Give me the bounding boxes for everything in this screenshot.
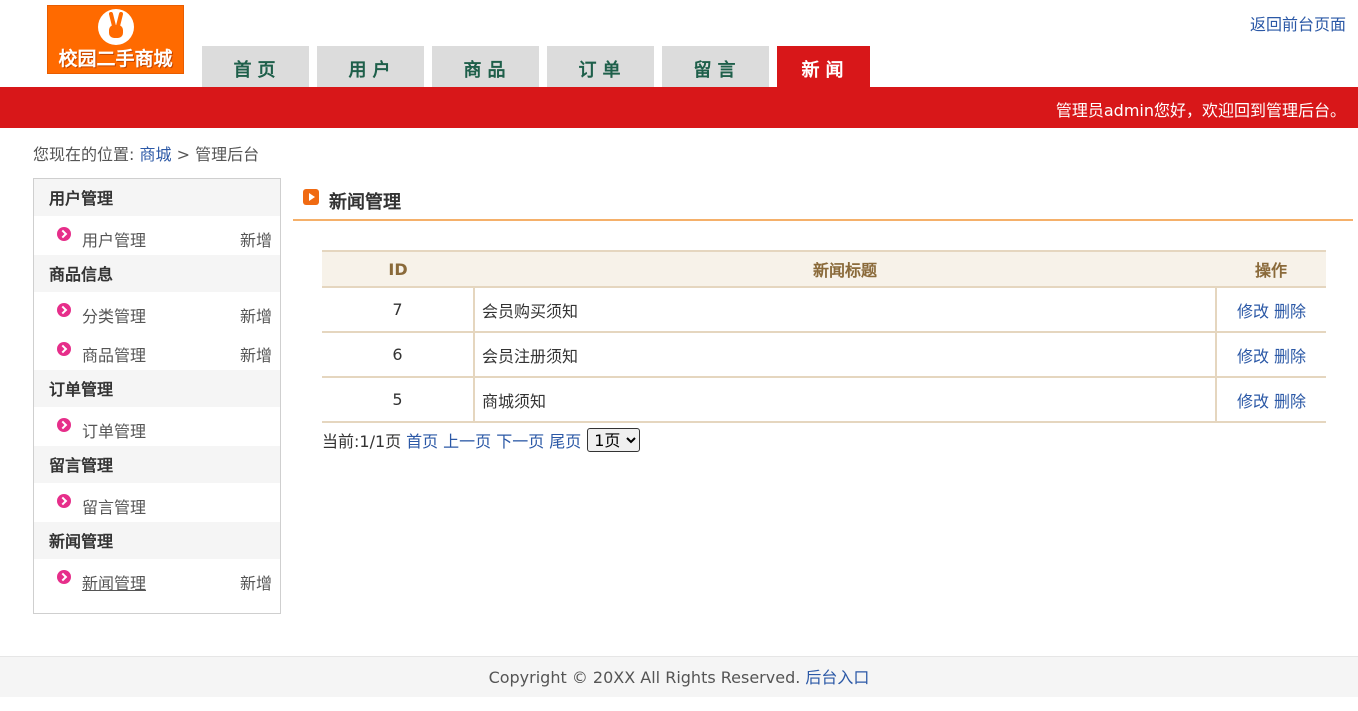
- bullet-arrow-icon: [57, 418, 71, 432]
- sidebar-group-messages: 留言管理: [34, 446, 280, 483]
- breadcrumb-separator: >: [176, 145, 191, 164]
- logo-text: 校园二手商城: [58, 48, 173, 70]
- victory-hand-icon: [98, 9, 134, 45]
- section-title: 新闻管理: [329, 192, 401, 213]
- table-row: 6 会员注册须知 修改 删除: [322, 332, 1326, 378]
- column-header-title: 新闻标题: [474, 250, 1216, 288]
- pager-first-link[interactable]: 首页: [406, 428, 438, 452]
- page-select[interactable]: 1页: [587, 428, 641, 452]
- sidebar: 用户管理 用户管理 新增 商品信息 分类管理 新增 商品管理 新增 订单管理 订…: [33, 178, 281, 614]
- footer-copyright: Copyright © 20XX All Rights Reserved.: [488, 668, 801, 687]
- sidebar-item-label[interactable]: 新闻管理: [82, 570, 146, 594]
- cell-id: 6: [322, 332, 475, 378]
- bullet-arrow-icon: [57, 494, 71, 508]
- bullet-arrow-icon: [57, 303, 71, 317]
- pagination: 当前:1/1页 首页 上一页 下一页 尾页 1页: [322, 428, 641, 452]
- sidebar-group-users: 用户管理: [34, 179, 280, 216]
- sidebar-add-link[interactable]: 新增: [240, 570, 272, 594]
- header-bar: 管理员admin您好，欢迎回到管理后台。: [0, 87, 1358, 128]
- table-row: 5 商城须知 修改 删除: [322, 377, 1326, 423]
- sidebar-item-category-management: 分类管理 新增: [34, 292, 280, 331]
- bullet-arrow-icon: [57, 570, 71, 584]
- cell-id: 7: [322, 287, 475, 333]
- breadcrumb-current: 管理后台: [195, 145, 260, 164]
- tab-users[interactable]: 用户: [317, 46, 424, 87]
- tab-news[interactable]: 新闻: [777, 46, 870, 87]
- sidebar-add-link[interactable]: 新增: [240, 342, 272, 366]
- sidebar-item-news-management: 新闻管理 新增: [34, 559, 280, 598]
- pager-last-link[interactable]: 尾页: [549, 428, 581, 452]
- column-header-actions: 操作: [1216, 250, 1326, 288]
- cell-actions: 修改 删除: [1216, 332, 1326, 378]
- main-nav: 首页 用户 商品 订单 留言 新闻: [202, 46, 878, 87]
- edit-link[interactable]: 修改: [1237, 347, 1269, 366]
- sidebar-group-products: 商品信息: [34, 255, 280, 292]
- sidebar-item-label[interactable]: 分类管理: [82, 303, 146, 327]
- sidebar-item-user-management: 用户管理 新增: [34, 216, 280, 255]
- sidebar-group-orders: 订单管理: [34, 370, 280, 407]
- column-header-id: ID: [322, 250, 474, 288]
- breadcrumb-link-mall[interactable]: 商城: [140, 145, 172, 164]
- cell-id: 5: [322, 377, 475, 423]
- sidebar-item-message-management: 留言管理: [34, 483, 280, 522]
- edit-link[interactable]: 修改: [1237, 392, 1269, 411]
- arrow-right-icon: [303, 189, 319, 205]
- news-table: ID 新闻标题 操作 7 会员购买须知 修改 删除 6 会员注册须知 修改 删除…: [322, 250, 1326, 423]
- sidebar-add-link[interactable]: 新增: [240, 227, 272, 251]
- sidebar-item-label[interactable]: 留言管理: [82, 494, 146, 518]
- delete-link[interactable]: 删除: [1274, 347, 1306, 366]
- section-header: 新闻管理: [293, 182, 1353, 221]
- cell-actions: 修改 删除: [1216, 377, 1326, 423]
- breadcrumb-prefix: 您现在的位置:: [33, 145, 135, 164]
- cell-title: 会员购买须知: [474, 287, 1217, 333]
- tab-home[interactable]: 首页: [202, 46, 309, 87]
- pager-next-link[interactable]: 下一页: [496, 428, 544, 452]
- tab-orders[interactable]: 订单: [547, 46, 654, 87]
- pager-status: 当前:1/1页: [322, 432, 402, 451]
- tab-products[interactable]: 商品: [432, 46, 539, 87]
- welcome-message: 管理员admin您好，欢迎回到管理后台。: [1055, 101, 1346, 120]
- delete-link[interactable]: 删除: [1274, 392, 1306, 411]
- delete-link[interactable]: 删除: [1274, 302, 1306, 321]
- sidebar-add-link[interactable]: 新增: [240, 303, 272, 327]
- sidebar-item-label[interactable]: 订单管理: [82, 418, 146, 442]
- back-to-frontend-link[interactable]: 返回前台页面: [1250, 11, 1346, 35]
- footer: Copyright © 20XX All Rights Reserved. 后台…: [0, 656, 1358, 697]
- bullet-arrow-icon: [57, 227, 71, 241]
- cell-title: 会员注册须知: [474, 332, 1217, 378]
- cell-title: 商城须知: [474, 377, 1217, 423]
- sidebar-item-label[interactable]: 商品管理: [82, 342, 146, 366]
- sidebar-group-news: 新闻管理: [34, 522, 280, 559]
- admin-entry-link[interactable]: 后台入口: [805, 668, 869, 687]
- breadcrumb: 您现在的位置: 商城 > 管理后台: [33, 141, 259, 165]
- sidebar-item-order-management: 订单管理: [34, 407, 280, 446]
- bullet-arrow-icon: [57, 342, 71, 356]
- site-logo[interactable]: 校园二手商城: [47, 5, 184, 74]
- pager-prev-link[interactable]: 上一页: [443, 428, 491, 452]
- tab-messages[interactable]: 留言: [662, 46, 769, 87]
- sidebar-item-label[interactable]: 用户管理: [82, 227, 146, 251]
- sidebar-item-product-management: 商品管理 新增: [34, 331, 280, 370]
- table-row: 7 会员购买须知 修改 删除: [322, 287, 1326, 333]
- edit-link[interactable]: 修改: [1237, 302, 1269, 321]
- cell-actions: 修改 删除: [1216, 287, 1326, 333]
- table-header-row: ID 新闻标题 操作: [322, 250, 1326, 288]
